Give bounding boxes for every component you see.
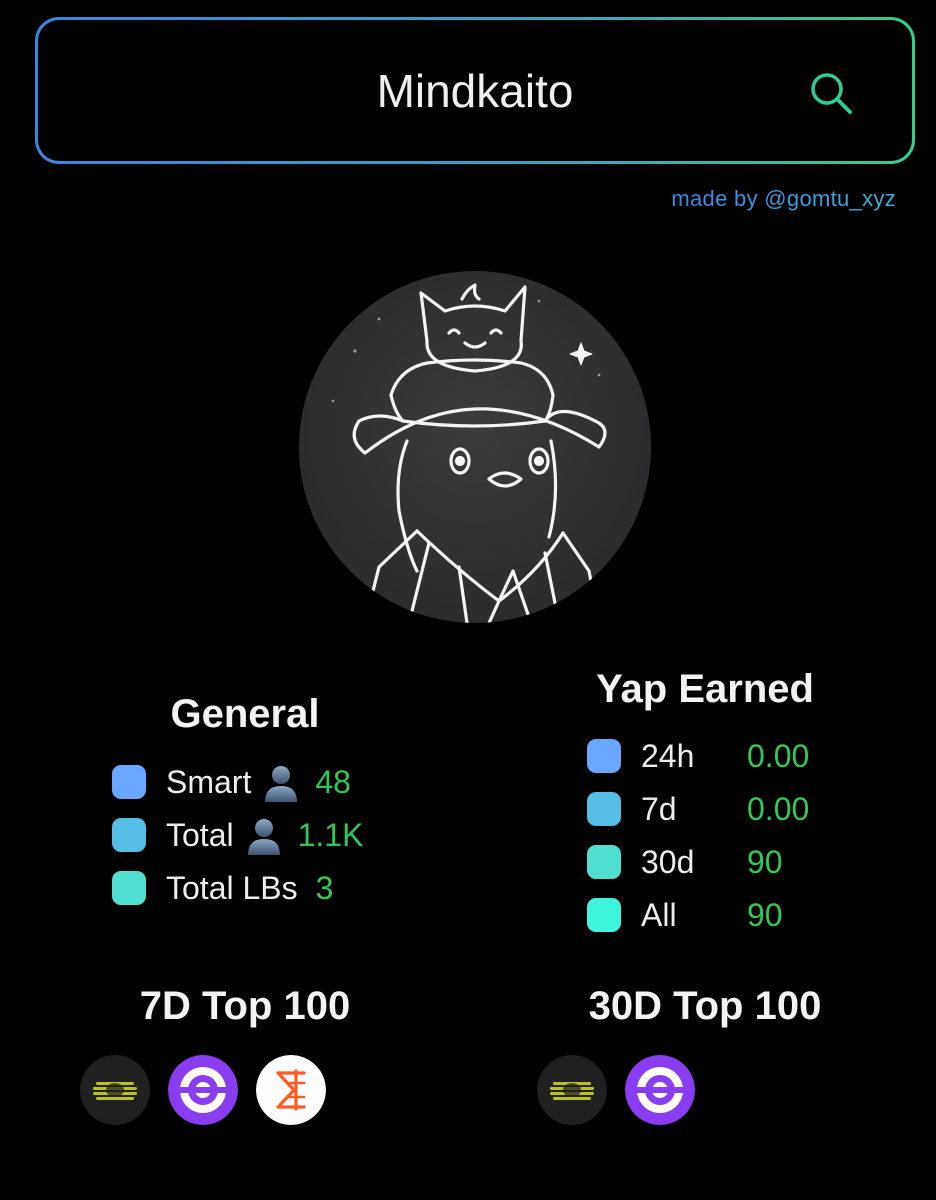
person-icon	[247, 819, 280, 855]
purple-ring-icon	[625, 1055, 695, 1125]
yap-row-30d: 30d 90	[587, 842, 783, 882]
purple-ring-logo[interactable]	[625, 1055, 695, 1125]
yap-all-value: 90	[747, 896, 783, 933]
yap-24h-label: 24h	[641, 737, 695, 774]
general-row-total: Total 1.1K	[112, 815, 363, 855]
credit-link[interactable]: made by @gomtu_xyz	[671, 186, 896, 212]
penguin-cat-avatar-image	[331, 283, 607, 623]
smart-value: 48	[315, 763, 351, 800]
avatar	[299, 271, 651, 623]
yap-30d-label: 30d	[641, 843, 695, 880]
yap-30d-value: 90	[747, 843, 783, 880]
search-input[interactable]	[38, 20, 912, 161]
person-icon	[265, 766, 298, 802]
yellow-stripes-icon	[80, 1055, 150, 1125]
yap-30d-dot	[587, 845, 621, 879]
yellow-stripes-logo[interactable]	[80, 1055, 150, 1125]
total-lbs-value: 3	[315, 869, 334, 906]
yap-row-7d: 7d 0.00	[587, 789, 809, 829]
yap-row-all: All 90	[587, 895, 783, 935]
yap-earned-title: Yap Earned	[596, 667, 814, 711]
purple-ring-logo[interactable]	[168, 1055, 238, 1125]
page: made by @gomtu_xyz	[0, 0, 936, 1200]
total-dot	[112, 818, 146, 852]
yap-7d-label: 7d	[641, 790, 677, 827]
search-bar	[35, 17, 915, 164]
total-label: Total	[166, 816, 234, 853]
yellow-stripes-logo[interactable]	[537, 1055, 607, 1125]
yap-24h-value: 0.00	[747, 737, 810, 774]
search-bar-inner	[38, 20, 912, 161]
yap-7d-dot	[587, 792, 621, 826]
total-lbs-label: Total LBs	[166, 869, 298, 906]
orange-sigma-icon	[256, 1055, 326, 1125]
smart-label: Smart	[166, 763, 252, 800]
general-row-smart: Smart 48	[112, 762, 351, 802]
search-icon[interactable]	[808, 70, 854, 116]
general-row-total-lbs: Total LBs 3	[112, 868, 333, 908]
yellow-stripes-icon	[537, 1055, 607, 1125]
total-value: 1.1K	[297, 816, 364, 853]
yap-all-dot	[587, 898, 621, 932]
top-30d-title: 30D Top 100	[588, 984, 822, 1028]
yap-row-24h: 24h 0.00	[587, 736, 809, 776]
general-title: General	[170, 692, 320, 736]
yap-24h-dot	[587, 739, 621, 773]
top-7d-title: 7D Top 100	[139, 984, 351, 1028]
yap-all-label: All	[641, 896, 677, 933]
smart-dot	[112, 765, 146, 799]
yap-7d-value: 0.00	[747, 790, 810, 827]
orange-sigma-logo[interactable]	[256, 1055, 326, 1125]
purple-ring-icon	[168, 1055, 238, 1125]
total-lbs-dot	[112, 871, 146, 905]
